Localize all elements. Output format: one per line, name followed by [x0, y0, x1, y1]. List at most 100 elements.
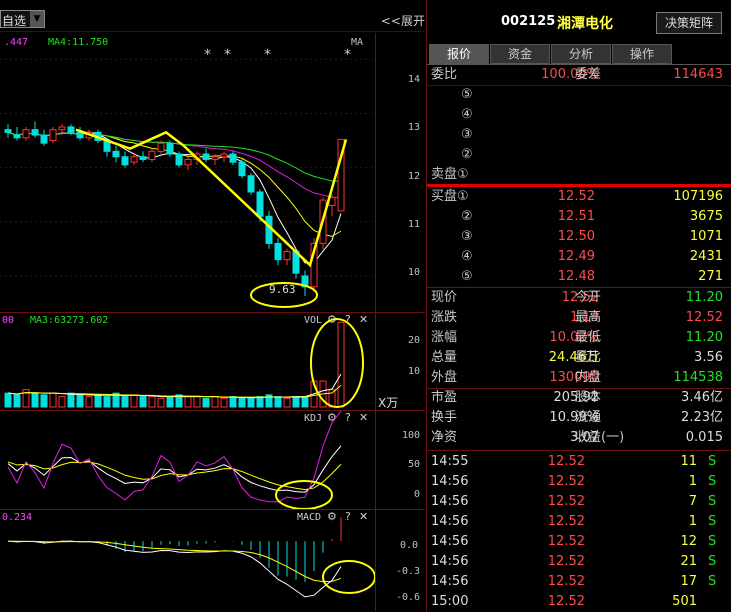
- sell-order-label: ③: [461, 127, 473, 142]
- candle-body: [220, 153, 228, 158]
- tab-analysis[interactable]: 分析: [551, 44, 611, 64]
- watchlist-select[interactable]: 自选 ▼: [0, 10, 45, 28]
- annotation-ellipse: [310, 318, 364, 408]
- volume-bar: [121, 396, 129, 408]
- tick-row: 14:56 12.52 17 S: [427, 572, 727, 592]
- buy-order-volume: 1071: [689, 229, 723, 244]
- volume-bar: [256, 396, 264, 408]
- buy-order-volume: 271: [698, 269, 723, 284]
- fundamental-row: 换手 10.99% 流通 2.23亿: [427, 408, 727, 428]
- decision-matrix-button[interactable]: 决策矩阵: [656, 12, 722, 34]
- volume-bar: [274, 396, 282, 408]
- tick-price: 12.52: [547, 494, 585, 509]
- quote-row: 总量 24.46万 量比 3.56: [427, 348, 727, 368]
- quote-label: 总量: [431, 350, 458, 365]
- candle-body: [67, 126, 75, 133]
- tick-price: 12.52: [547, 554, 585, 569]
- buy-order-row[interactable]: ② 12.51 3675: [427, 207, 727, 227]
- fundamental-label: 收益(一): [575, 430, 625, 445]
- ma-line: [7, 131, 342, 237]
- sell-order-row[interactable]: ②: [427, 145, 727, 165]
- candle-body: [247, 175, 255, 193]
- quote-value: 3.56: [694, 350, 723, 365]
- stock-code: 002125: [501, 14, 556, 29]
- volume-bar: [13, 394, 21, 408]
- candlestick-chart: [0, 58, 375, 308]
- chevron-down-icon[interactable]: ▼: [30, 11, 44, 27]
- tick-time: 14:56: [431, 514, 469, 529]
- tick-list[interactable]: 14:55 12.52 11 S 14:56 12.52 1 S 14:56 1…: [427, 452, 731, 612]
- volume-bar: [148, 396, 156, 408]
- buy-order-row[interactable]: 买盘① 12.52 107196: [427, 187, 727, 207]
- volume-bar: [211, 396, 219, 408]
- expand-button[interactable]: <<展开: [381, 12, 425, 29]
- macd-panel[interactable]: 0.234 MACD ⚙ ? ✕ 0.0 -0.3 -0.6: [0, 510, 425, 612]
- fundamental-label: 换手: [431, 410, 458, 425]
- weicha-value: 114643: [673, 67, 723, 82]
- volume-bar: [31, 392, 39, 408]
- tick-time: 15:00: [431, 594, 469, 609]
- volume-bar: [229, 396, 237, 408]
- macd-tick: -0.3: [396, 566, 421, 577]
- tick-price: 12.52: [547, 594, 585, 609]
- kline-panel[interactable]: .447 MA4:11.750 MA * * * * 14 13 12 11 1…: [0, 33, 425, 313]
- candle-body: [238, 161, 246, 177]
- tick-volume: 11: [680, 454, 697, 469]
- volume-bar: [301, 396, 309, 408]
- candle-body: [211, 156, 219, 160]
- kdj-panel[interactable]: KDJ ⚙ ? ✕ 100 50 0: [0, 411, 425, 509]
- volume-bar: [94, 394, 102, 408]
- quote-row: 涨幅 10.02% 最低 11.20: [427, 328, 727, 348]
- sell-order-label: ⑤: [461, 87, 473, 102]
- candle-body: [139, 156, 147, 160]
- ma-line: [7, 131, 342, 264]
- tick-side: S: [708, 514, 717, 529]
- volume-bar: [157, 397, 165, 408]
- volume-panel[interactable]: 00 MA3:63273.602 VOL ⚙ ? ✕ 20 10 X万: [0, 313, 425, 411]
- price-tick: 10: [408, 267, 421, 278]
- tick-side: S: [708, 454, 717, 469]
- sell-order-row[interactable]: ③: [427, 125, 727, 145]
- tick-side: S: [708, 534, 717, 549]
- buy-order-row[interactable]: ④ 12.49 2431: [427, 247, 727, 267]
- tick-volume: 1: [688, 514, 697, 529]
- tick-side: S: [708, 574, 717, 589]
- kdj-tick: 0: [414, 489, 421, 500]
- sell-order-row[interactable]: 卖盘①: [427, 165, 727, 185]
- candle-body: [4, 129, 12, 133]
- tick-volume: 17: [680, 574, 697, 589]
- tick-volume: 1: [688, 474, 697, 489]
- kdj-tick: 100: [402, 430, 421, 441]
- tick-volume: 7: [688, 494, 697, 509]
- candle-body: [175, 153, 183, 166]
- buy-order-row[interactable]: ⑤ 12.48 271: [427, 267, 727, 287]
- fundamental-label: 市盈: [431, 390, 458, 405]
- quote-label: 外盘: [431, 370, 458, 385]
- macd-tick: -0.6: [396, 592, 421, 603]
- sell-order-row[interactable]: ④: [427, 105, 727, 125]
- volume-bar: [283, 397, 291, 408]
- sell-order-row[interactable]: ⑤: [427, 85, 727, 105]
- buy-order-row[interactable]: ③ 12.50 1071: [427, 227, 727, 247]
- candle-body: [274, 242, 282, 261]
- volume-bar: [67, 392, 75, 408]
- price-tick: 11: [408, 219, 421, 230]
- volume-bar: [49, 392, 57, 408]
- volume-bar: [238, 397, 246, 408]
- tab-quote[interactable]: 报价: [429, 44, 489, 64]
- quote-value: 11.20: [685, 330, 723, 345]
- vol-ma-line: [7, 384, 342, 398]
- tick-row: 14:55 12.52 11 S: [427, 452, 727, 472]
- quote-label: 现价: [431, 290, 458, 305]
- tab-operate[interactable]: 操作: [612, 44, 672, 64]
- tick-row: 14:56 12.52 12 S: [427, 532, 727, 552]
- chart-toolbar: 自选 ▼ <<展开: [0, 0, 425, 32]
- low-price-label: 9.63: [269, 283, 296, 296]
- volume-bar: [220, 397, 228, 408]
- tab-funds[interactable]: 资金: [490, 44, 550, 64]
- candle-body: [157, 142, 165, 152]
- vol-unit: X万: [378, 396, 399, 410]
- stock-name: 湘潭电化: [557, 16, 613, 32]
- candle-body: [166, 142, 174, 155]
- macd-tick: 0.0: [400, 540, 419, 551]
